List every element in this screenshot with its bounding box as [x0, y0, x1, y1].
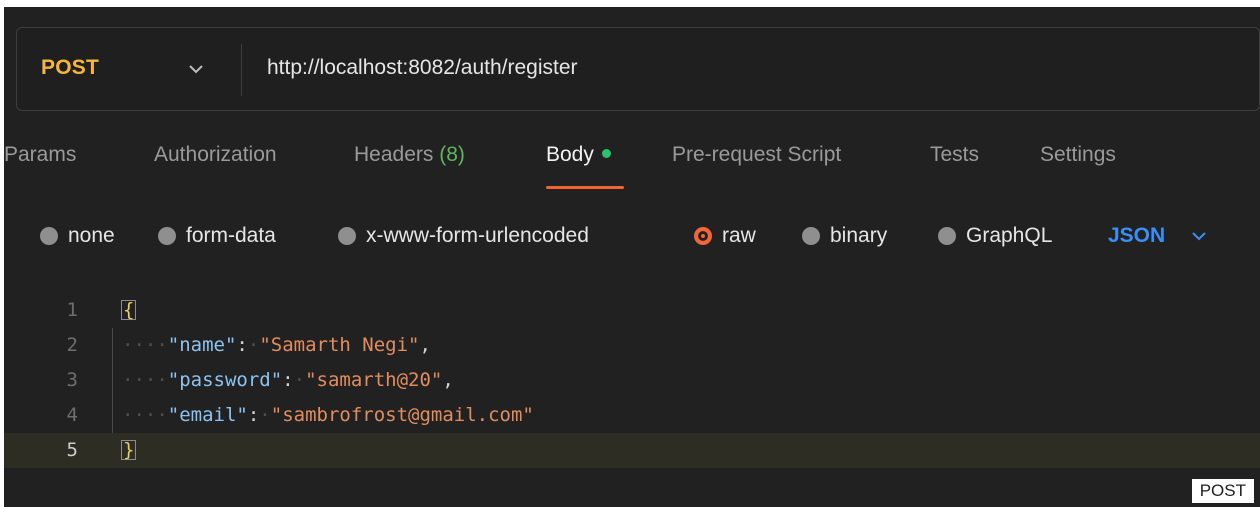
radio-circle-icon — [158, 227, 176, 245]
radio-circle-icon — [802, 227, 820, 245]
radio-circle-icon — [938, 227, 956, 245]
tab-label: Pre-request Script — [672, 143, 842, 166]
url-bar: POST http://localhost:8082/auth/register — [16, 27, 1260, 111]
body-type-selector: none form-data x-www-form-urlencoded raw… — [4, 213, 1260, 259]
method-select[interactable]: POST — [41, 56, 99, 80]
footer-method-label: POST — [1191, 479, 1254, 503]
radio-label: raw — [722, 224, 756, 247]
radio-label: form-data — [186, 224, 276, 247]
code-line: ····"email":·"sambrofrost@gmail.com" — [122, 404, 534, 426]
tab-params[interactable]: Params — [4, 143, 76, 167]
radio-label: GraphQL — [966, 224, 1053, 247]
json-key: "name" — [167, 334, 237, 356]
body-modified-dot-icon — [601, 148, 611, 158]
active-tab-indicator — [546, 186, 624, 189]
tab-label: Tests — [930, 143, 980, 166]
radio-raw[interactable]: raw — [694, 221, 756, 251]
radio-circle-icon — [338, 227, 356, 245]
tab-label: Headers — [354, 143, 434, 166]
url-input[interactable]: http://localhost:8082/auth/register — [267, 56, 578, 80]
tab-tests[interactable]: Tests — [930, 143, 979, 167]
chevron-down-icon[interactable] — [187, 62, 205, 76]
radio-binary[interactable]: binary — [802, 221, 887, 251]
editor-line: 3 ····"password":·"samarth@20", — [4, 363, 1260, 398]
url-divider — [241, 44, 242, 96]
json-value: "Samarth Negi" — [259, 334, 420, 356]
tab-body[interactable]: Body — [546, 143, 611, 167]
code-line: { — [120, 299, 137, 321]
radio-none[interactable]: none — [40, 221, 115, 251]
json-value: "sambrofrost@gmail.com" — [270, 404, 534, 426]
indent-guide — [112, 328, 113, 363]
tab-label: Authorization — [154, 143, 277, 166]
code-line: } — [120, 439, 137, 461]
format-select[interactable]: JSON — [1108, 221, 1207, 251]
close-brace: } — [120, 439, 137, 461]
tab-label: Settings — [1040, 143, 1116, 166]
json-key: "email" — [167, 404, 248, 426]
tab-authorization[interactable]: Authorization — [154, 143, 277, 167]
format-label: JSON — [1108, 224, 1166, 247]
indent-guide — [112, 363, 113, 398]
code-editor[interactable]: 1 { 2 ····"name":·"Samarth Negi", 3 ····… — [4, 293, 1260, 479]
code-line: ····"password":·"samarth@20", — [122, 369, 454, 391]
tab-pre-request-script[interactable]: Pre-request Script — [672, 143, 841, 167]
line-number: 4 — [66, 404, 78, 426]
line-number: 5 — [66, 439, 78, 461]
radio-label: none — [68, 224, 115, 247]
tab-settings[interactable]: Settings — [1040, 143, 1116, 167]
radio-graphql[interactable]: GraphQL — [938, 221, 1052, 251]
code-line: ····"name":·"Samarth Negi", — [122, 334, 431, 356]
radio-form-data[interactable]: form-data — [158, 221, 276, 251]
line-number: 2 — [66, 334, 78, 356]
radio-x-www-form-urlencoded[interactable]: x-www-form-urlencoded — [338, 221, 589, 251]
request-tabs: Params Authorization Headers (8) Body Pr… — [4, 137, 1260, 197]
tab-headers[interactable]: Headers (8) — [354, 143, 465, 167]
chevron-down-icon — [1192, 232, 1206, 241]
tab-label: Body — [546, 143, 594, 166]
editor-line: 1 { — [4, 293, 1260, 328]
tab-label: Params — [4, 143, 77, 166]
editor-line: 4 ····"email":·"sambrofrost@gmail.com" — [4, 398, 1260, 433]
indent-guide — [112, 398, 113, 433]
editor-line: 2 ····"name":·"Samarth Negi", — [4, 328, 1260, 363]
radio-label: binary — [830, 224, 888, 247]
radio-selected-icon — [694, 227, 712, 245]
editor-line-current: 5 } — [4, 433, 1260, 468]
line-number: 3 — [66, 369, 78, 391]
radio-label: x-www-form-urlencoded — [366, 224, 589, 247]
json-key: "password" — [167, 369, 283, 391]
line-number: 1 — [66, 299, 78, 321]
headers-count: (8) — [439, 143, 465, 166]
open-brace: { — [120, 299, 137, 321]
request-panel: POST http://localhost:8082/auth/register… — [4, 7, 1260, 507]
json-value: "samarth@20" — [305, 369, 443, 391]
radio-circle-icon — [40, 227, 58, 245]
